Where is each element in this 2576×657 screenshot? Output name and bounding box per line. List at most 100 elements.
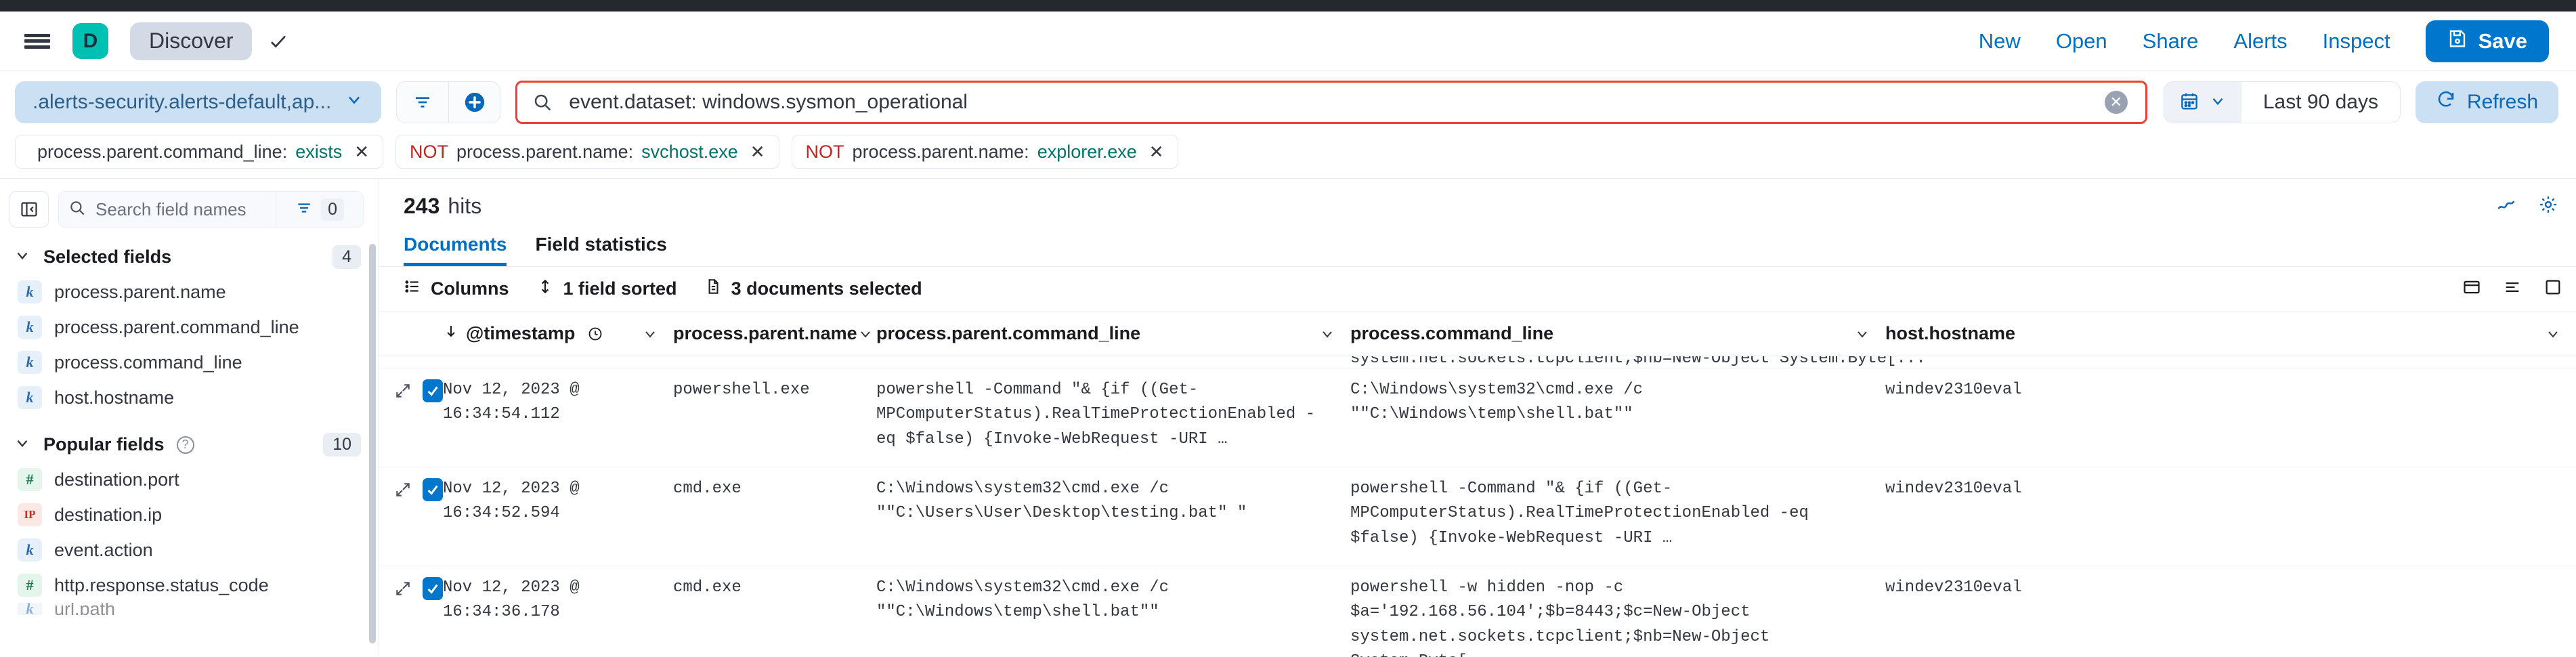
panel-tabs: Documents Field statistics	[379, 219, 2576, 267]
hits-label: hits	[448, 194, 482, 218]
breadcrumb[interactable]: Discover	[130, 22, 253, 60]
filter-pill[interactable]: process.parent.command_line: exists ✕	[15, 135, 384, 169]
help-question-icon[interactable]: ?	[176, 436, 194, 454]
filter-pill[interactable]: NOT process.parent.name: explorer.exe ✕	[791, 135, 1178, 169]
row-parent-name-cell: cmd.exe	[673, 480, 742, 498]
chevron-down-icon[interactable]	[1319, 326, 1350, 342]
tab-documents[interactable]: Documents	[404, 234, 507, 266]
row-controls-cell	[379, 477, 443, 501]
filter-negate: NOT	[805, 141, 844, 162]
nav-share[interactable]: Share	[2143, 29, 2199, 54]
nav-open[interactable]: Open	[2056, 29, 2107, 54]
sidebar-field-process-parent-name[interactable]: k process.parent.name	[0, 274, 379, 310]
sidebar-field-host-hostname[interactable]: k host.hostname	[0, 380, 379, 415]
row-select-checkbox[interactable]	[423, 577, 443, 600]
save-button[interactable]: Save	[2425, 20, 2549, 62]
documents-panel: 243 hits Documents Field statistics Colu…	[379, 179, 2576, 657]
display-density-icon[interactable]	[2503, 278, 2522, 300]
search-input[interactable]: event.dataset: windows.sysmon_operationa…	[515, 81, 2147, 124]
selected-fields-title: Selected fields	[43, 247, 172, 267]
search-field-names-input[interactable]: Search field names 0	[58, 191, 364, 228]
row-timestamp-cell: Nov 12, 2023 @ 16:34:36.178	[443, 578, 580, 622]
date-range-label[interactable]: Last 90 days	[2241, 91, 2400, 114]
calendar-quick-select-button[interactable]	[2164, 82, 2241, 123]
hamburger-menu-icon[interactable]	[24, 31, 50, 51]
table-row-clipped[interactable]: system.net.sockets.tcpclient;$nb=New-Obj…	[379, 356, 2576, 368]
nav-new[interactable]: New	[1979, 29, 2021, 54]
table-row[interactable]: Nov 12, 2023 @ 16:34:36.178 cmd.exe C:\W…	[379, 566, 2576, 657]
expand-fullscreen-icon[interactable]	[2462, 278, 2481, 300]
query-bar: .alerts-security.alerts-default,ap... ev…	[0, 71, 2576, 131]
row-select-checkbox[interactable]	[423, 379, 443, 402]
field-type-number-icon: #	[18, 468, 42, 491]
clock-icon	[587, 326, 603, 342]
sidebar-field-destination-ip[interactable]: IP destination.ip	[0, 497, 379, 532]
selected-documents-button[interactable]: 3 documents selected	[704, 278, 922, 300]
column-header-process-parent-name[interactable]: process.parent.name	[673, 323, 876, 344]
space-avatar[interactable]: D	[72, 23, 108, 59]
collapse-sidebar-icon[interactable]	[9, 191, 49, 228]
hits-row: 243 hits	[379, 179, 2576, 219]
search-icon	[532, 92, 553, 112]
search-icon	[68, 199, 86, 220]
filter-field: process.parent.command_line:	[37, 141, 288, 162]
plus-circle-icon[interactable]	[448, 82, 500, 123]
sidebar-field-process-command-line[interactable]: k process.command_line	[0, 345, 379, 380]
chevron-down-icon[interactable]	[642, 326, 673, 342]
selected-fields-header[interactable]: Selected fields 4	[0, 228, 379, 274]
expand-row-icon[interactable]	[394, 481, 412, 499]
selected-fields-count: 4	[332, 245, 361, 269]
options-gear-icon[interactable]	[2538, 194, 2558, 218]
column-header-label: host.hostname	[1885, 323, 2016, 343]
sidebar-field-http-response-status-code[interactable]: # http.response.status_code	[0, 568, 379, 603]
column-header-timestamp[interactable]: @timestamp	[443, 323, 673, 344]
row-parent-cmd-cell: C:\Windows\system32\cmd.exe /c ""C:\Wind…	[876, 578, 1169, 622]
row-hostname-cell: windev2310eval	[1885, 480, 2022, 498]
row-hostname-cell: windev2310eval	[1885, 381, 2022, 399]
table-row[interactable]: Nov 12, 2023 @ 16:34:52.594 cmd.exe C:\W…	[379, 467, 2576, 566]
sidebar-field-process-parent-command-line[interactable]: k process.parent.command_line	[0, 310, 379, 345]
chevron-down-icon[interactable]	[1854, 326, 1885, 342]
filter-actions-group	[396, 81, 501, 123]
sidebar-field-url-path[interactable]: k url.path	[0, 603, 379, 615]
row-cmd-cell: system.net.sockets.tcpclient;$nb=New-Obj…	[1350, 356, 1926, 368]
column-header-host-hostname[interactable]: host.hostname	[1885, 323, 2576, 344]
table-row[interactable]: Nov 12, 2023 @ 16:34:54.112 powershell.e…	[379, 368, 2576, 467]
nav-inspect[interactable]: Inspect	[2323, 29, 2390, 54]
expand-row-icon[interactable]	[394, 382, 412, 400]
clear-x-icon[interactable]: ✕	[2104, 91, 2128, 114]
remove-filter-icon[interactable]: ✕	[750, 142, 765, 163]
nav-alerts[interactable]: Alerts	[2233, 29, 2287, 54]
popular-fields-header[interactable]: Popular fields ? 10	[0, 415, 379, 462]
column-header-process-parent-command-line[interactable]: process.parent.command_line	[876, 323, 1350, 344]
sidebar-search-row: Search field names 0	[0, 191, 379, 228]
row-parent-cmd-cell: powershell -Command "& {if ((Get-MPCompu…	[876, 381, 1316, 448]
field-type-filter-button[interactable]: 0	[286, 198, 353, 221]
tab-field-statistics[interactable]: Field statistics	[535, 234, 667, 266]
data-view-selector[interactable]: .alerts-security.alerts-default,ap...	[15, 81, 382, 123]
row-select-checkbox[interactable]	[423, 478, 443, 501]
filter-settings-icon[interactable]	[397, 82, 448, 123]
field-name: event.action	[54, 539, 153, 560]
grid-settings-icon[interactable]	[2543, 278, 2562, 300]
sidebar-field-destination-port[interactable]: # destination.port	[0, 462, 379, 497]
chevron-down-icon[interactable]	[2545, 326, 2576, 342]
columns-button[interactable]: Columns	[404, 278, 509, 300]
column-header-process-command-line[interactable]: process.command_line	[1350, 323, 1885, 344]
row-cmd-cell: powershell -w hidden -nop -c $a='192.168…	[1350, 578, 1770, 657]
column-header-label: process.parent.name	[673, 323, 857, 343]
sort-fields-button[interactable]: 1 field sorted	[536, 278, 677, 300]
search-field-placeholder: Search field names	[95, 198, 246, 219]
filter-pill[interactable]: NOT process.parent.name: svchost.exe ✕	[395, 135, 779, 169]
field-type-ip-icon: IP	[18, 503, 42, 526]
column-header-label: process.parent.command_line	[876, 323, 1141, 343]
chevron-down-icon	[14, 247, 31, 268]
sidebar-scrollbar[interactable]	[369, 244, 376, 643]
remove-filter-icon[interactable]: ✕	[354, 142, 369, 163]
expand-row-icon[interactable]	[394, 580, 412, 597]
chart-toggle-icon[interactable]	[2496, 194, 2516, 218]
filter-list-icon	[295, 199, 313, 220]
refresh-button[interactable]: Refresh	[2415, 81, 2558, 123]
sidebar-field-event-action[interactable]: k event.action	[0, 532, 379, 568]
remove-filter-icon[interactable]: ✕	[1149, 142, 1164, 163]
